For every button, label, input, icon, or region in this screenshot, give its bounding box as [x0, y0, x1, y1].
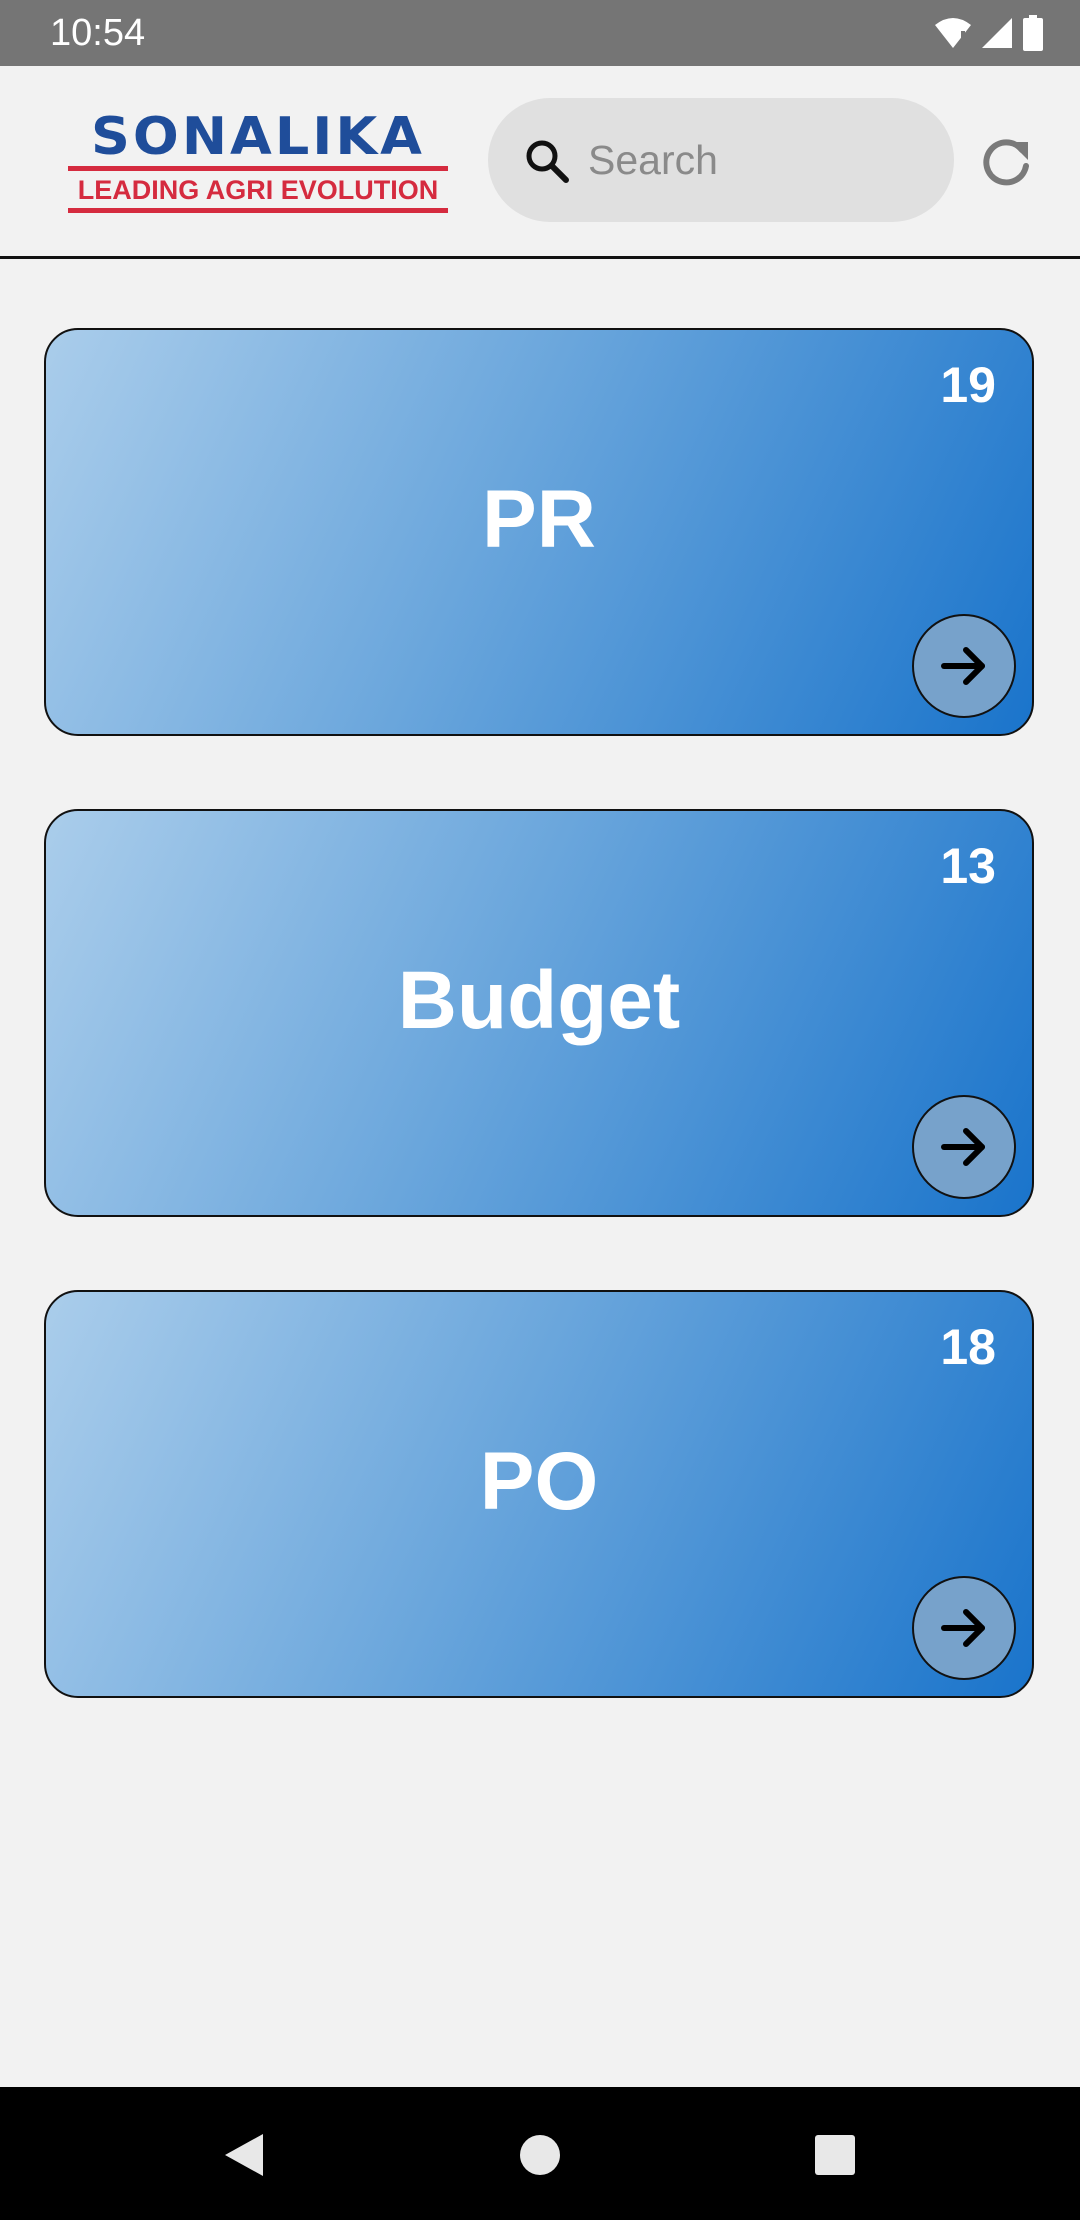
card-pr[interactable]: 19 PR: [44, 328, 1034, 736]
search-bar[interactable]: [488, 98, 954, 222]
card-count: 19: [940, 357, 996, 413]
card-title: PO: [479, 1436, 599, 1527]
status-bar: 10:54: [0, 0, 1080, 66]
card-title: PR: [482, 474, 596, 565]
sonalika-logo: SONALIKA LEADING AGRI EVOLUTION: [68, 108, 448, 214]
signal-icon: [982, 18, 1012, 48]
logo-wordmark: SONALIKA: [91, 106, 425, 167]
logo-underline: [68, 208, 448, 213]
arrow-right-icon: [941, 1128, 985, 1166]
wifi-icon: [935, 18, 971, 48]
open-po-button[interactable]: [912, 1576, 1016, 1680]
card-title: Budget: [397, 955, 681, 1046]
card-count: 18: [940, 1319, 996, 1375]
refresh-icon: [983, 139, 1029, 186]
recents-icon: [815, 2135, 855, 2175]
system-nav-bar: [0, 2087, 1080, 2220]
status-time: 10:54: [50, 12, 146, 54]
app-header: SONALIKA LEADING AGRI EVOLUTION: [0, 66, 1080, 259]
home-button[interactable]: [502, 2117, 578, 2193]
module-list: 19 PR 13 Budget 18 PO: [0, 259, 1080, 2087]
battery-icon: [1023, 15, 1043, 51]
status-icons: [934, 14, 1044, 52]
card-count: 13: [940, 838, 996, 894]
home-icon: [520, 2135, 560, 2175]
logo-divider: [68, 166, 448, 171]
open-pr-button[interactable]: [912, 614, 1016, 718]
back-icon: [225, 2134, 263, 2176]
recents-button[interactable]: [797, 2117, 873, 2193]
refresh-button[interactable]: [976, 132, 1036, 192]
search-icon: [526, 140, 569, 183]
card-po[interactable]: 18 PO: [44, 1290, 1034, 1698]
logo-tagline: LEADING AGRI EVOLUTION: [77, 175, 439, 205]
search-input[interactable]: [588, 130, 928, 190]
back-button[interactable]: [206, 2117, 282, 2193]
open-budget-button[interactable]: [912, 1095, 1016, 1199]
card-budget[interactable]: 13 Budget: [44, 809, 1034, 1217]
arrow-right-icon: [941, 647, 985, 685]
arrow-right-icon: [941, 1609, 985, 1647]
